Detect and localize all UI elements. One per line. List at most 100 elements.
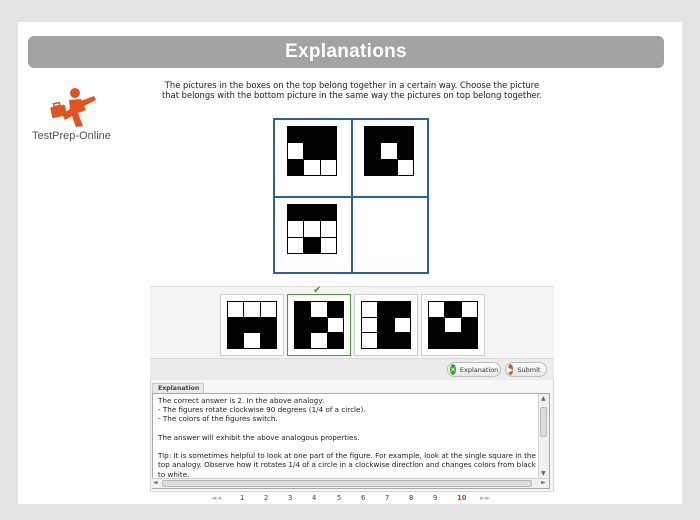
figure-cell [304,205,320,221]
answer-figure-4 [428,301,478,349]
figure-cell [244,302,260,317]
brand-name: TestPrep-Online [32,130,111,142]
explanation-button-label: Explanation [459,365,499,374]
explanation-text: The correct answer is 2. In the above an… [158,396,536,479]
figure-cell [260,302,276,317]
figure-cell [461,302,477,317]
pager-page-3[interactable]: 3 [288,494,292,502]
figure-cell [288,159,304,175]
close-circle-icon: ✕ [450,364,456,375]
figure-cell [244,333,260,348]
figure-cell [378,317,394,333]
figure-cell [429,333,445,348]
figure-cell [445,333,461,348]
figure-cell [288,221,304,237]
submit-button-label: Submit [517,365,541,374]
figure-cell [304,221,320,237]
figure-cell [397,159,413,175]
scroll-left-icon[interactable]: ◄ [153,479,158,486]
figure-cell [429,317,445,333]
figure-cell [311,317,327,333]
figure-cell [228,333,244,348]
figure-cell [394,317,410,333]
figure-cell [378,302,394,317]
figure-cell [295,317,311,333]
figure-cell [320,205,336,221]
pager-page-10[interactable]: 10 [457,494,466,502]
figure-cell [445,317,461,333]
figure-cell [381,159,397,175]
figure-cell [311,333,327,348]
figure-cell [320,127,336,143]
vertical-scroll-thumb[interactable] [540,407,547,437]
figure-cell [362,333,378,348]
figure-cell [429,302,445,317]
horizontal-scroll-thumb[interactable] [162,480,532,487]
figure-cell [445,302,461,317]
pager-prev-icon[interactable]: ◄◄ [211,494,221,502]
figure-cell [365,127,381,143]
page-title: Explanations [28,36,664,68]
figure-cell [304,127,320,143]
pager-page-1[interactable]: 1 [240,494,244,502]
question-text: The pictures in the boxes on the top bel… [161,80,543,100]
figure-cell [304,237,320,253]
pager-page-7[interactable]: 7 [385,494,389,502]
figure-cell [365,143,381,159]
figure-cell [365,159,381,175]
figure-cell [397,143,413,159]
figure-cell [288,143,304,159]
figure-cell [362,317,378,333]
answer-figure-2 [294,301,344,349]
figure-cell [304,159,320,175]
figure-cell [260,317,276,333]
figure-cell [394,302,410,317]
figure-cell [327,317,343,333]
figure-cell [228,317,244,333]
figure-cell [228,302,244,317]
figure-top-right [364,126,414,176]
pager-page-6[interactable]: 6 [361,494,365,502]
pager-page-8[interactable]: 8 [409,494,413,502]
figure-cell [320,237,336,253]
explanation-button[interactable]: ✕ Explanation [447,362,501,377]
figure-cell [461,317,477,333]
figure-cell [320,221,336,237]
figure-cell [295,302,311,317]
pager-page-4[interactable]: 4 [312,494,316,502]
figure-cell [362,302,378,317]
pager-next-icon[interactable]: ►► [480,494,490,502]
scroll-down-icon[interactable]: ▼ [541,470,546,477]
figure-cell [295,333,311,348]
answer-strip [150,286,554,358]
figure-top-left [287,126,337,176]
play-circle-icon: ▶ [508,364,514,375]
figure-cell [397,127,413,143]
figure-cell [327,333,343,348]
figure-cell [288,127,304,143]
figure-cell [381,143,397,159]
figure-cell [311,302,327,317]
figure-cell [394,333,410,348]
figure-cell [244,317,260,333]
figure-cell [304,143,320,159]
figure-bottom-left [287,204,337,254]
figure-cell [461,333,477,348]
scroll-right-icon[interactable]: ► [541,479,546,486]
figure-cell [327,302,343,317]
submit-button[interactable]: ▶ Submit [505,362,547,377]
figure-cell [320,159,336,175]
pager-page-2[interactable]: 2 [264,494,268,502]
scroll-up-icon[interactable]: ▲ [541,395,546,402]
pager-page-9[interactable]: 9 [433,494,437,502]
answer-figure-3 [361,301,411,349]
figure-cell [320,143,336,159]
pager-page-5[interactable]: 5 [337,494,341,502]
figure-cell [260,333,276,348]
figure-cell [288,205,304,221]
figure-cell [378,333,394,348]
figure-cell [381,127,397,143]
answer-slot-empty [352,196,427,272]
answer-figure-1 [227,301,277,349]
figure-cell [288,237,304,253]
